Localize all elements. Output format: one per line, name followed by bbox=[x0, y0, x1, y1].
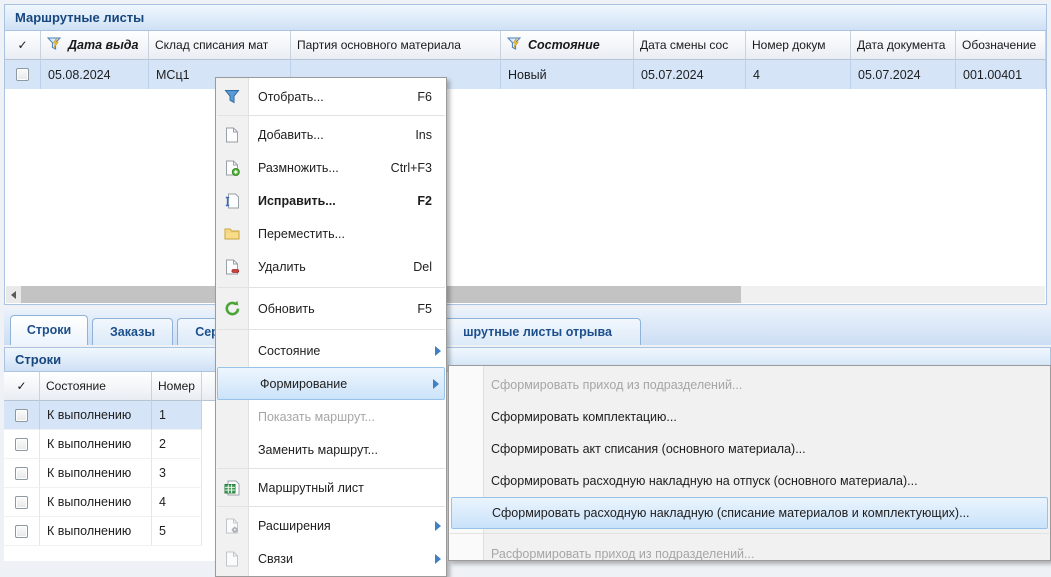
scroll-left-arrow-icon bbox=[11, 291, 16, 299]
cell-state: К выполнению bbox=[40, 517, 152, 546]
panel-title: Маршрутные листы bbox=[5, 5, 1046, 31]
column-header-state-change-date[interactable]: Дата смены сос bbox=[634, 31, 746, 60]
filter-funnel-icon bbox=[507, 37, 523, 53]
menu-item-marshrutny-list[interactable]: Маршрутный лист bbox=[216, 471, 446, 504]
submenu-arrow-icon bbox=[433, 379, 439, 389]
app-window: { "colors": { "accent_blue": "#2e75b6", … bbox=[0, 0, 1051, 561]
menu-item-udalit[interactable]: Удалить Del bbox=[216, 250, 446, 283]
row-checkbox-cell bbox=[4, 401, 40, 430]
submenu-arrow-icon bbox=[435, 346, 441, 356]
submenu-item-komplektaciya[interactable]: Сформировать комплектацию... bbox=[449, 401, 1050, 433]
cell-state: К выполнению bbox=[40, 488, 152, 517]
horizontal-scrollbar[interactable] bbox=[6, 286, 1045, 303]
row-checkbox[interactable] bbox=[15, 525, 28, 538]
delete-icon bbox=[216, 259, 248, 275]
cell-number: 5 bbox=[152, 517, 202, 546]
bottom-tabstrip: Строки Заказы Сер шрутные листы отрыва bbox=[4, 310, 1051, 345]
table-row[interactable]: 05.08.2024 МСц1 Новый 05.07.2024 4 05.07… bbox=[5, 60, 1046, 89]
submenu-item-rashodnaya-na-otpusk[interactable]: Сформировать расходную накладную на отпу… bbox=[449, 465, 1050, 497]
context-menu: Отобрать... F6 Добавить... Ins Размножит… bbox=[215, 77, 447, 577]
column-header-check[interactable]: ✓ bbox=[5, 31, 41, 60]
cell-designation: 001.00401 bbox=[956, 60, 1046, 89]
submenu-item-akt-spisaniya[interactable]: Сформировать акт списания (основного мат… bbox=[449, 433, 1050, 465]
menu-item-peremestit[interactable]: Переместить... bbox=[216, 217, 446, 250]
tab-route-sheets-tear-off[interactable]: шрутные листы отрыва bbox=[434, 318, 641, 345]
cell-number: 2 bbox=[152, 430, 202, 459]
spreadsheet-icon bbox=[216, 480, 248, 496]
column-header-doc-number[interactable]: Номер докум bbox=[746, 31, 851, 60]
row-checkbox[interactable] bbox=[15, 409, 28, 422]
scroll-left-button[interactable] bbox=[6, 286, 21, 303]
cell-number: 1 bbox=[152, 401, 202, 430]
cell-state: К выполнению bbox=[40, 430, 152, 459]
tab-zakazy[interactable]: Заказы bbox=[92, 318, 173, 345]
menu-item-svyazi[interactable]: Связи bbox=[216, 542, 446, 575]
menu-item-sostoyanie[interactable]: Состояние bbox=[216, 334, 446, 367]
column-header-designation[interactable]: Обозначение bbox=[956, 31, 1046, 60]
column-header-number[interactable]: Номер bbox=[152, 372, 202, 401]
new-page-icon bbox=[216, 127, 248, 143]
formirovanie-submenu: Сформировать приход из подразделений... … bbox=[448, 365, 1051, 561]
submenu-item-rasformirovat-prihod[interactable]: Расформировать приход из подразделений..… bbox=[449, 538, 1050, 570]
row-checkbox-cell bbox=[5, 60, 41, 89]
refresh-icon bbox=[216, 300, 248, 317]
menu-separator bbox=[217, 468, 445, 469]
cell-state: К выполнению bbox=[40, 401, 152, 430]
cell-state: К выполнению bbox=[40, 459, 152, 488]
menu-separator bbox=[217, 506, 445, 507]
route-sheets-header-row: ✓ Дата выда Склад списания мат Партия ос… bbox=[5, 31, 1046, 60]
row-checkbox[interactable] bbox=[15, 438, 28, 451]
cell-number: 3 bbox=[152, 459, 202, 488]
column-header-doc-date[interactable]: Дата документа bbox=[851, 31, 956, 60]
column-header-warehouse[interactable]: Склад списания мат bbox=[149, 31, 291, 60]
checkmark-icon: ✓ bbox=[17, 38, 27, 52]
route-sheets-panel: Маршрутные листы ✓ Дата выда Склад списа… bbox=[4, 4, 1047, 305]
menu-item-otobrat[interactable]: Отобрать... F6 bbox=[216, 80, 446, 113]
column-header-batch[interactable]: Партия основного материала bbox=[291, 31, 501, 60]
folder-icon bbox=[216, 227, 248, 240]
submenu-arrow-icon bbox=[435, 554, 441, 564]
checkmark-icon: ✓ bbox=[16, 379, 26, 393]
menu-item-obnovit[interactable]: Обновить F5 bbox=[216, 292, 446, 325]
cell-doc-number: 4 bbox=[746, 60, 851, 89]
menu-item-formirovanie[interactable]: Формирование bbox=[217, 367, 445, 400]
filter-funnel-icon bbox=[47, 37, 63, 53]
menu-item-dobavit[interactable]: Добавить... Ins bbox=[216, 118, 446, 151]
column-header-issue-date[interactable]: Дата выда bbox=[41, 31, 149, 60]
column-header-state[interactable]: Состояние bbox=[40, 372, 152, 401]
cell-doc-date: 05.07.2024 bbox=[851, 60, 956, 89]
column-header-check[interactable]: ✓ bbox=[4, 372, 40, 401]
submenu-item-prihod-iz-podrazdeleniy[interactable]: Сформировать приход из подразделений... bbox=[449, 369, 1050, 401]
submenu-arrow-icon bbox=[435, 521, 441, 531]
menu-item-pokazat-marshrut[interactable]: Показать маршрут... bbox=[216, 400, 446, 433]
column-header-state[interactable]: Состояние bbox=[501, 31, 634, 60]
links-icon bbox=[216, 551, 248, 567]
cell-issue-date: 05.08.2024 bbox=[41, 60, 149, 89]
row-checkbox[interactable] bbox=[16, 68, 29, 81]
row-checkbox-cell bbox=[4, 488, 40, 517]
filter-icon bbox=[216, 89, 248, 104]
submenu-item-rashodnaya-spisanie[interactable]: Сформировать расходную накладную (списан… bbox=[451, 497, 1048, 529]
tab-stroki[interactable]: Строки bbox=[10, 315, 88, 345]
row-checkbox-cell bbox=[4, 459, 40, 488]
edit-icon bbox=[216, 193, 248, 209]
menu-separator bbox=[217, 329, 445, 330]
menu-separator bbox=[217, 115, 445, 116]
menu-item-rasshireniya[interactable]: Расширения bbox=[216, 509, 446, 542]
cell-state-change-date: 05.07.2024 bbox=[634, 60, 746, 89]
cell-state: Новый bbox=[501, 60, 634, 89]
row-checkbox[interactable] bbox=[15, 496, 28, 509]
cell-number: 4 bbox=[152, 488, 202, 517]
menu-separator bbox=[217, 287, 445, 288]
row-checkbox-cell bbox=[4, 430, 40, 459]
row-checkbox[interactable] bbox=[15, 467, 28, 480]
menu-item-zamenit-marshrut[interactable]: Заменить маршрут... bbox=[216, 433, 446, 466]
extensions-icon bbox=[216, 518, 248, 534]
menu-separator bbox=[450, 533, 1049, 534]
row-checkbox-cell bbox=[4, 517, 40, 546]
menu-item-ispravit[interactable]: Исправить... F2 bbox=[216, 184, 446, 217]
duplicate-icon bbox=[216, 160, 248, 176]
menu-item-razmnozhit[interactable]: Размножить... Ctrl+F3 bbox=[216, 151, 446, 184]
